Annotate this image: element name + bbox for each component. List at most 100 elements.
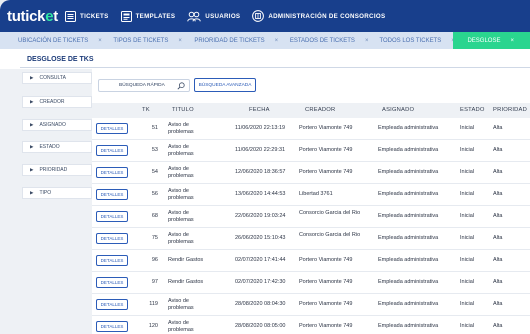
cell-estado: Inicial: [460, 235, 475, 241]
cell-asignado: Empleada administrativa: [378, 191, 439, 197]
tab-label: ESTADOS DE TICKETS: [289, 37, 355, 44]
filter-estado[interactable]: ▶ ESTADO: [22, 141, 92, 153]
table-row: DETALLES 54 Aviso de problemas 12/06/2020 1…: [92, 162, 530, 184]
cell-fecha: 11/06/2020 22:13:19: [235, 125, 286, 131]
search-icon[interactable]: [177, 82, 185, 90]
column-header-titulo[interactable]: TITULO: [172, 107, 194, 113]
cell-estado: Inicial: [460, 301, 475, 307]
caret-right-icon: ▶: [30, 144, 34, 149]
cell-titulo: Aviso de problemas: [168, 166, 194, 179]
cell-prioridad: Alta: [493, 169, 503, 175]
tab-label: TODOS LOS TICKETS: [379, 37, 442, 44]
tab-label: UBICACIÓN DE TICKETS: [18, 37, 89, 44]
filter-asignado[interactable]: ▶ ASIGNADO: [22, 119, 92, 131]
cell-fecha: 12/06/2020 18:36:57: [235, 169, 286, 175]
details-button[interactable]: DETALLES: [96, 277, 128, 288]
building-icon: [252, 10, 265, 22]
close-icon[interactable]: ×: [178, 38, 182, 44]
cell-asignado: Empleada administrativa: [378, 147, 439, 153]
filter-label: CONSULTA: [39, 75, 66, 81]
tab-tipos[interactable]: TIPOS DE TICKETS ×: [113, 32, 194, 49]
column-header-prioridad[interactable]: PRIORIDAD: [493, 107, 527, 113]
filter-label: ASIGNADO: [39, 122, 66, 128]
close-icon[interactable]: ×: [510, 38, 514, 44]
advanced-search-button[interactable]: BÚSQUEDA AVANZADA: [194, 78, 256, 92]
top-navbar: tuticket TICKETS TEMPLATES USUARIOS ADMI…: [0, 0, 530, 32]
users-icon: [187, 11, 202, 21]
nav-usuarios-label: USUARIOS: [205, 12, 241, 20]
details-button[interactable]: DETALLES: [96, 233, 128, 244]
table-header: TK TITULO FECHA CREADOR ASIGNADO ESTADO …: [92, 103, 530, 118]
cell-titulo: Aviso de problemas: [168, 232, 194, 245]
cell-titulo: Aviso de problemas: [168, 144, 194, 157]
cell-creador: Portero Viamonte 749: [299, 125, 353, 131]
column-header-creador[interactable]: CREADOR: [305, 107, 335, 113]
table-row: DETALLES 56 Aviso de problemas 13/06/2020 1…: [92, 184, 530, 206]
tab-label: DESGLOSE: [467, 37, 501, 44]
cell-creador: Consorcio Garcia del Rio: [299, 210, 361, 216]
cell-tk: 75: [151, 235, 158, 241]
details-button[interactable]: DETALLES: [96, 145, 128, 156]
details-button[interactable]: DETALLES: [96, 123, 128, 134]
nav-tickets[interactable]: TICKETS: [65, 10, 109, 22]
cell-creador: Portero Viamonte 749: [299, 279, 353, 285]
search-input[interactable]: BÚSQUEDA RÁPIDA: [98, 79, 190, 92]
close-icon[interactable]: ×: [275, 38, 279, 44]
details-button[interactable]: DETALLES: [96, 299, 128, 310]
filter-tipo[interactable]: ▶ TIPO: [22, 187, 92, 199]
cell-asignado: Empleada administrativa: [378, 279, 439, 285]
table-row: DETALLES 51 Aviso de problemas 11/06/2020 2…: [92, 118, 530, 140]
cell-estado: Inicial: [460, 147, 475, 153]
nav-administracion[interactable]: ADMINISTRACIÓN DE CONSORCIOS: [252, 10, 385, 22]
details-button[interactable]: DETALLES: [96, 167, 128, 178]
cell-creador: Portero Viamonte 749: [299, 257, 353, 263]
filter-consulta[interactable]: ▶ CONSULTA: [22, 72, 92, 84]
tab-label: TIPOS DE TICKETS: [113, 37, 169, 44]
caret-right-icon: ▶: [30, 75, 34, 80]
cell-asignado: Empleada administrativa: [378, 301, 439, 307]
tab-prioridad[interactable]: PRIORIDAD DE TICKETS ×: [194, 32, 289, 49]
details-button[interactable]: DETALLES: [96, 321, 128, 332]
table-row: DETALLES 120 Aviso de problemas 28/08/2020 …: [92, 316, 530, 334]
column-header-tk[interactable]: TK: [142, 107, 150, 113]
cell-creador: Portero Viamonte 749: [299, 169, 353, 175]
table-row: DETALLES 96 Rendir Gastos 02/07/2020 17:41:…: [92, 250, 530, 272]
app-window: tuticket TICKETS TEMPLATES USUARIOS ADMI…: [0, 0, 530, 334]
cell-tk: 97: [151, 279, 158, 285]
tab-todos[interactable]: TODOS LOS TICKETS×: [379, 32, 454, 49]
caret-right-icon: ▶: [30, 122, 34, 127]
filter-prioridad[interactable]: ▶ PRIORIDAD: [22, 164, 92, 176]
filter-creador[interactable]: ▶ CREADOR: [22, 96, 92, 108]
tab-ubicacion[interactable]: UBICACIÓN DE TICKETS ×: [18, 32, 113, 49]
column-header-fecha[interactable]: FECHA: [249, 107, 270, 113]
cell-fecha: 22/06/2020 19:03:24: [235, 213, 286, 219]
tab-estados[interactable]: ESTADOS DE TICKETS ×: [290, 32, 380, 49]
cell-tk: 120: [148, 323, 158, 329]
cell-asignado: Empleada administrativa: [378, 257, 439, 263]
cell-tk: 53: [151, 147, 158, 153]
filter-sidebar: ▶ CONSULTA ▶ CREADOR ▶ ASIGNADO ▶ ESTADO ▶ PR…: [0, 69, 92, 334]
cell-prioridad: Alta: [493, 147, 503, 153]
cell-prioridad: Alta: [493, 257, 503, 263]
cell-titulo: Aviso de problemas: [168, 298, 194, 311]
caret-right-icon: ▶: [30, 167, 34, 172]
tab-desglose[interactable]: DESGLOSE ×: [453, 32, 530, 49]
cell-tk: 54: [151, 169, 158, 175]
search-input-value: BÚSQUEDA RÁPIDA: [119, 83, 165, 88]
table-row: DETALLES 97 Rendir Gastos 02/07/2020 17:42:…: [92, 272, 530, 294]
cell-prioridad: Alta: [493, 301, 503, 307]
details-button[interactable]: DETALLES: [96, 255, 128, 266]
details-button[interactable]: DETALLES: [96, 211, 128, 222]
nav-templates[interactable]: TEMPLATES: [120, 10, 176, 22]
cell-estado: Inicial: [460, 279, 475, 285]
nav-usuarios[interactable]: USUARIOS: [187, 11, 240, 22]
column-header-asignado[interactable]: ASIGNADO: [382, 107, 414, 113]
cell-estado: Inicial: [460, 125, 475, 131]
logo-text-end: t: [53, 7, 58, 25]
column-header-estado[interactable]: ESTADO: [460, 107, 485, 113]
close-icon[interactable]: ×: [365, 38, 369, 44]
close-icon[interactable]: ×: [98, 38, 102, 44]
logo[interactable]: tuticket: [7, 8, 65, 25]
details-button[interactable]: DETALLES: [96, 189, 128, 200]
cell-prioridad: Alta: [493, 235, 503, 241]
